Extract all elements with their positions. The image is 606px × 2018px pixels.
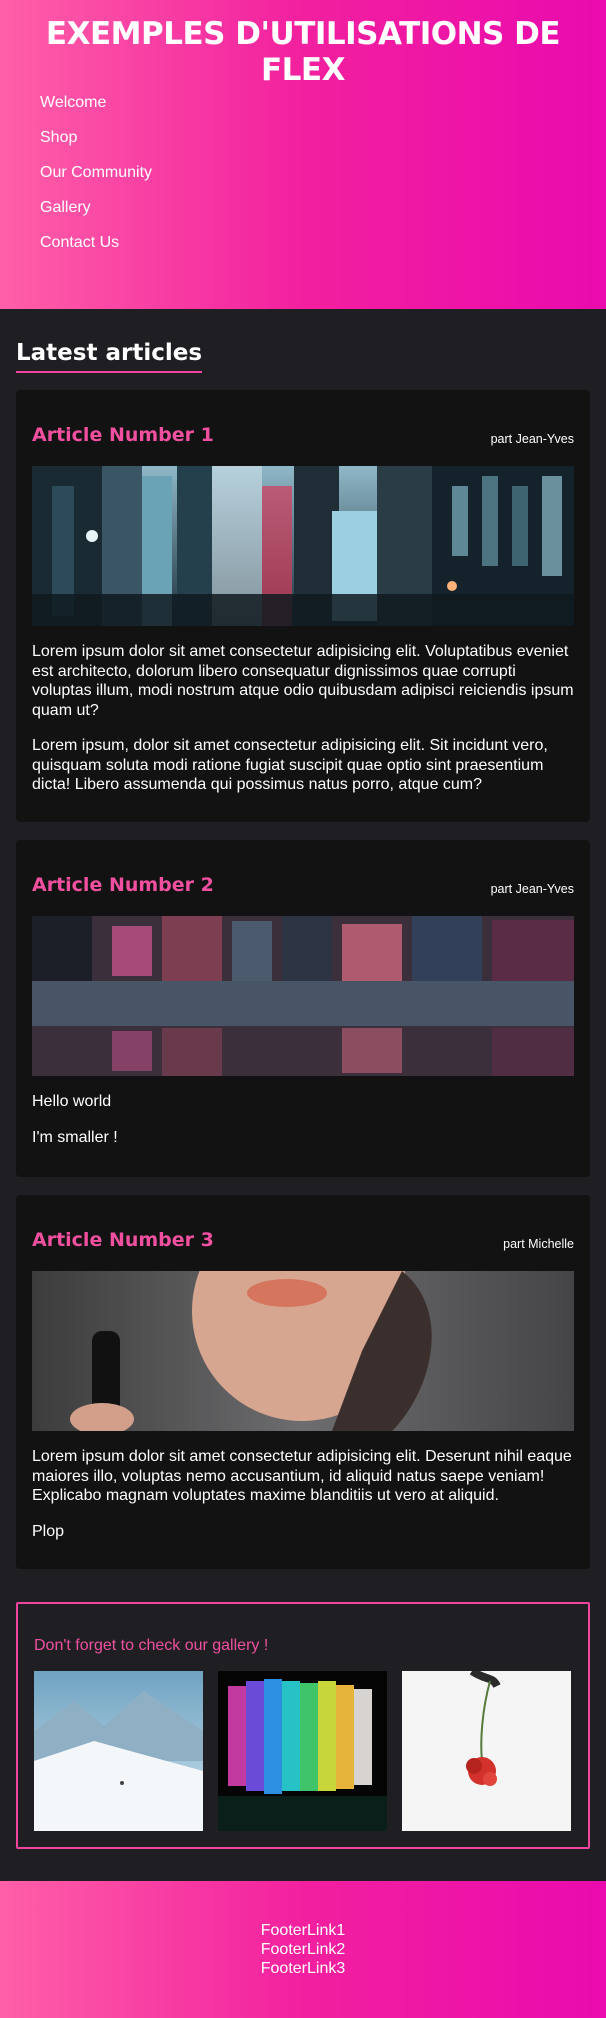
article-paragraph: Hello world [32,1093,112,1110]
page-title: EXEMPLES D'UTILISATIONS DE FLEX [45,16,561,88]
article-paragraph: Lorem ipsum, dolor sit amet consectetur … [32,737,548,793]
nav-link-our-community[interactable]: Our Community [40,160,152,195]
article-body: Hello world I'm smaller ! [32,1092,577,1163]
article-card-2: Article Number 2 part Jean-Yves Hello wo… [16,840,590,1177]
article-body: Lorem ipsum dolor sit amet consectetur a… [32,1447,577,1557]
nav-link-welcome[interactable]: Welcome [40,90,152,125]
footer-link-3[interactable]: FooterLink3 [0,1959,606,1978]
site-header: EXEMPLES D'UTILISATIONS DE FLEX Welcome … [0,0,606,309]
article-paragraph: I'm smaller ! [32,1128,118,1146]
footer-link-2[interactable]: FooterLink2 [0,1940,606,1959]
gallery-thumb[interactable] [402,1671,571,1831]
footer-links: FooterLink1 FooterLink2 FooterLink3 [0,1921,606,1978]
city-street-night-photo [32,466,574,626]
article-paragraph: Lorem ipsum dolor sit amet consectetur a… [32,643,574,719]
article-image [32,466,574,626]
gallery-title: Don't forget to check our gallery ! [34,1637,269,1654]
rainbow-fabric-photo [218,1671,387,1831]
article-author: part Jean-Yves [490,432,574,446]
article-author: part Michelle [503,1237,574,1251]
nav-link-gallery[interactable]: Gallery [40,195,152,230]
site-footer: FooterLink1 FooterLink2 FooterLink3 [0,1881,606,2018]
nav-link-shop[interactable]: Shop [40,125,152,160]
article-paragraph: Lorem ipsum dolor sit amet consectetur a… [32,1448,572,1504]
footer-link-1[interactable]: FooterLink1 [0,1921,606,1940]
snowy-mountain-photo [34,1671,203,1831]
main-nav: Welcome Shop Our Community Gallery Conta… [40,90,152,265]
article-paragraph: Plop [32,1522,65,1540]
street-puddle-reflection-photo [32,916,574,1076]
gallery-thumb[interactable] [34,1671,203,1831]
article-image [32,916,574,1076]
gallery-section: Don't forget to check our gallery ! [16,1602,590,1849]
nav-link-contact-us[interactable]: Contact Us [40,230,152,265]
article-title: Article Number 3 [32,1229,214,1251]
red-flower-photo [402,1671,571,1831]
article-body: Lorem ipsum dolor sit amet consectetur a… [32,642,577,811]
article-title: Article Number 1 [32,424,214,446]
gallery-thumb[interactable] [218,1671,387,1831]
article-author: part Jean-Yves [490,882,574,896]
article-title: Article Number 2 [32,874,214,896]
article-card-1: Article Number 1 part Jean-Yves Lorem ip… [16,390,590,822]
woman-portrait-photo [32,1271,574,1431]
article-image [32,1271,574,1431]
section-title: Latest articles [16,340,203,373]
article-card-3: Article Number 3 part Michelle Lorem ips… [16,1195,590,1569]
